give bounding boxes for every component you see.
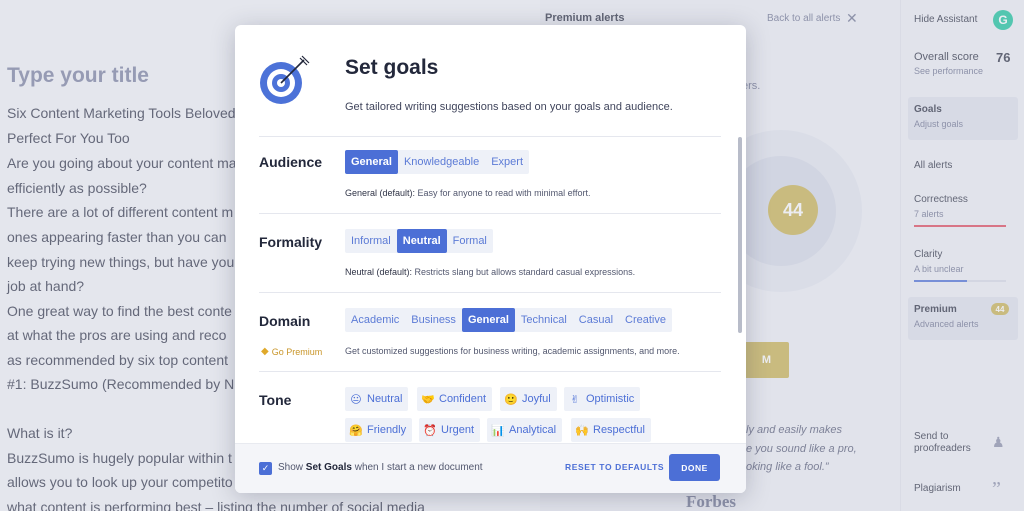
victory-hand-icon: ✌: [570, 393, 580, 406]
done-button[interactable]: DONE: [669, 454, 720, 481]
domain-option-technical[interactable]: Technical: [515, 308, 573, 332]
audience-option-general[interactable]: General: [345, 150, 398, 174]
formality-option-formal[interactable]: Formal: [447, 229, 493, 253]
modal-footer: ✓ Show Set Goals when I start a new docu…: [235, 443, 746, 493]
raised-hands-icon: 🙌: [575, 424, 589, 437]
domain-label: Domain: [259, 313, 311, 329]
audience-option-knowledgeable[interactable]: Knowledgeable: [398, 150, 485, 174]
tone-chip-analytical[interactable]: 📊 Analytical: [487, 418, 563, 442]
formality-option-informal[interactable]: Informal: [345, 229, 397, 253]
tone-chip-optimistic[interactable]: ✌ Optimistic: [564, 387, 641, 411]
divider: [259, 292, 721, 293]
divider: [259, 371, 721, 372]
footer-text-after: when I start a new document: [351, 462, 483, 473]
tone-chip-neutral[interactable]: 😐 Neutral: [345, 387, 409, 411]
tone-chip-joyful[interactable]: 🙂 Joyful: [500, 387, 557, 411]
divider: [259, 136, 721, 137]
tone-chip-label: Confident: [439, 393, 487, 405]
show-on-start-label[interactable]: Show Set Goals when I start a new docume…: [278, 462, 483, 473]
diamond-icon: ◆: [261, 346, 269, 357]
smile-icon: 🙂: [504, 393, 518, 406]
hugging-face-icon: 🤗: [349, 424, 363, 437]
show-on-start-checkbox[interactable]: ✓: [259, 462, 272, 475]
domain-option-casual[interactable]: Casual: [573, 308, 619, 332]
tone-chip-respectful[interactable]: 🙌 Respectful: [571, 418, 651, 442]
formality-label: Formality: [259, 234, 323, 250]
domain-option-business[interactable]: Business: [405, 308, 462, 332]
go-premium-link[interactable]: ◆ Go Premium: [261, 346, 322, 357]
formality-description-text: Restricts slang but allows standard casu…: [412, 267, 636, 277]
tone-label: Tone: [259, 392, 292, 408]
footer-text-bold: Set Goals: [305, 462, 352, 473]
audience-selector: General Knowledgeable Expert: [345, 150, 529, 174]
audience-label: Audience: [259, 154, 323, 170]
domain-option-academic[interactable]: Academic: [345, 308, 405, 332]
footer-text-before: Show: [278, 462, 306, 473]
neutral-face-icon: 😐: [350, 393, 362, 406]
audience-description-bold: General (default):: [345, 188, 416, 198]
audience-option-expert[interactable]: Expert: [485, 150, 529, 174]
tone-chip-label: Analytical: [509, 424, 557, 436]
tone-chip-label: Respectful: [593, 424, 645, 436]
go-premium-text: Go Premium: [271, 346, 323, 357]
domain-selector: Academic Business General Technical Casu…: [345, 308, 672, 332]
tone-chip-label: Optimistic: [586, 393, 635, 405]
bar-chart-icon: 📊: [491, 424, 505, 437]
audience-description-text: Easy for anyone to read with minimal eff…: [415, 188, 591, 198]
tone-chip-label: Friendly: [367, 424, 407, 436]
domain-option-general[interactable]: General: [461, 308, 515, 332]
formality-description: Neutral (default): Restricts slang but a…: [345, 267, 635, 277]
modal-subtitle: Get tailored writing suggestions based o…: [345, 101, 673, 113]
tone-chip-friendly[interactable]: 🤗 Friendly: [345, 418, 413, 442]
tone-chip-label: Neutral: [367, 393, 403, 405]
alarm-clock-icon: ⏰: [423, 424, 437, 437]
handshake-icon: 🤝: [421, 393, 435, 406]
audience-description: General (default): Easy for anyone to re…: [345, 188, 590, 198]
reset-to-defaults-button[interactable]: RESET TO DEFAULTS: [565, 462, 664, 472]
modal-title: Set goals: [345, 56, 439, 79]
domain-description: Get customized suggestions for business …: [345, 346, 680, 356]
tone-chip-label: Urgent: [441, 424, 475, 436]
formality-option-neutral[interactable]: Neutral: [396, 229, 447, 253]
tone-chip-confident[interactable]: 🤝 Confident: [417, 387, 493, 411]
formality-description-bold: Neutral (default):: [345, 267, 413, 277]
set-goals-modal: Set goals Get tailored writing suggestio…: [235, 25, 746, 493]
domain-option-creative[interactable]: Creative: [619, 308, 672, 332]
arrow-icon: [280, 55, 310, 84]
tone-chip-label: Joyful: [522, 393, 551, 405]
formality-selector: Informal Neutral Formal: [345, 229, 493, 253]
divider: [259, 213, 721, 214]
tone-chip-urgent[interactable]: ⏰ Urgent: [419, 418, 481, 442]
modal-scrollbar[interactable]: [738, 137, 742, 333]
